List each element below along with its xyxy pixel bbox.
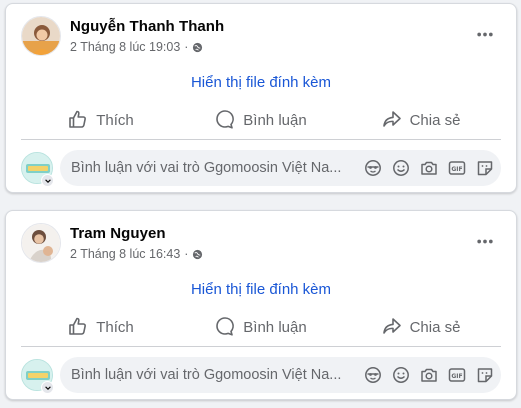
chevron-down-icon[interactable] — [41, 381, 54, 394]
like-label: Thích — [96, 112, 134, 129]
author-avatar[interactable] — [21, 223, 61, 263]
emoji-icon[interactable] — [390, 365, 411, 386]
comment-input[interactable] — [71, 357, 361, 393]
comment-label: Bình luận — [243, 319, 307, 336]
share-label: Chia sẻ — [409, 319, 461, 336]
camera-icon[interactable] — [418, 158, 439, 179]
more-options-icon[interactable] — [472, 24, 498, 44]
comment-field: GIF — [60, 357, 501, 393]
more-options-icon[interactable] — [472, 231, 498, 251]
avatar-sticker-icon[interactable] — [362, 158, 383, 179]
speech-bubble-icon — [215, 109, 235, 133]
comment-field: GIF — [60, 150, 501, 186]
author-avatar[interactable] — [21, 16, 61, 56]
comment-label: Bình luận — [243, 112, 307, 129]
comment-tools: GIF — [362, 364, 495, 386]
share-arrow-icon — [382, 316, 402, 340]
comment-button[interactable]: Bình luận — [181, 104, 341, 138]
post-meta: 2 Tháng 8 lúc 19:03 · — [70, 40, 203, 54]
comment-composer: GIF — [21, 357, 501, 395]
show-attachment-link[interactable]: Hiển thị file đính kèm — [6, 281, 516, 298]
post-date[interactable]: 2 Tháng 8 lúc 19:03 — [70, 40, 180, 54]
globe-icon — [192, 249, 203, 260]
sticker-icon[interactable] — [474, 365, 495, 386]
emoji-icon[interactable] — [390, 158, 411, 179]
comment-composer: GIF — [21, 150, 501, 188]
share-button[interactable]: Chia sẻ — [341, 104, 501, 138]
post-card: Nguyễn Thanh Thanh 2 Tháng 8 lúc 19:03 ·… — [5, 3, 517, 193]
meta-separator: · — [184, 247, 189, 261]
comment-input[interactable] — [71, 150, 361, 186]
meta-separator: · — [184, 40, 189, 54]
post-header: Nguyễn Thanh Thanh 2 Tháng 8 lúc 19:03 · — [21, 16, 504, 58]
post-card: Tram Nguyen 2 Tháng 8 lúc 16:43 · Hiển t… — [5, 210, 517, 400]
post-meta: 2 Tháng 8 lúc 16:43 · — [70, 247, 203, 261]
post-actions: Thích Bình luận Chia sẻ — [21, 102, 501, 140]
post-actions: Thích Bình luận Chia sẻ — [21, 309, 501, 347]
globe-icon — [192, 42, 203, 53]
thumbs-up-icon — [68, 316, 88, 340]
like-button[interactable]: Thích — [21, 311, 181, 345]
sticker-icon[interactable] — [474, 158, 495, 179]
share-button[interactable]: Chia sẻ — [341, 311, 501, 345]
svg-text:GIF: GIF — [451, 166, 462, 173]
post-date[interactable]: 2 Tháng 8 lúc 16:43 — [70, 247, 180, 261]
comment-tools: GIF — [362, 157, 495, 179]
show-attachment-link[interactable]: Hiển thị file đính kèm — [6, 74, 516, 91]
like-label: Thích — [96, 319, 134, 336]
comment-button[interactable]: Bình luận — [181, 311, 341, 345]
camera-icon[interactable] — [418, 365, 439, 386]
gif-icon[interactable]: GIF — [446, 158, 467, 179]
like-button[interactable]: Thích — [21, 104, 181, 138]
chevron-down-icon[interactable] — [41, 174, 54, 187]
speech-bubble-icon — [215, 316, 235, 340]
gif-icon[interactable]: GIF — [446, 365, 467, 386]
post-header: Tram Nguyen 2 Tháng 8 lúc 16:43 · — [21, 223, 504, 265]
author-name[interactable]: Nguyễn Thanh Thanh — [70, 18, 224, 35]
avatar-sticker-icon[interactable] — [362, 365, 383, 386]
share-arrow-icon — [382, 109, 402, 133]
thumbs-up-icon — [68, 109, 88, 133]
author-name[interactable]: Tram Nguyen — [70, 225, 166, 242]
share-label: Chia sẻ — [409, 112, 461, 129]
svg-text:GIF: GIF — [451, 373, 462, 380]
